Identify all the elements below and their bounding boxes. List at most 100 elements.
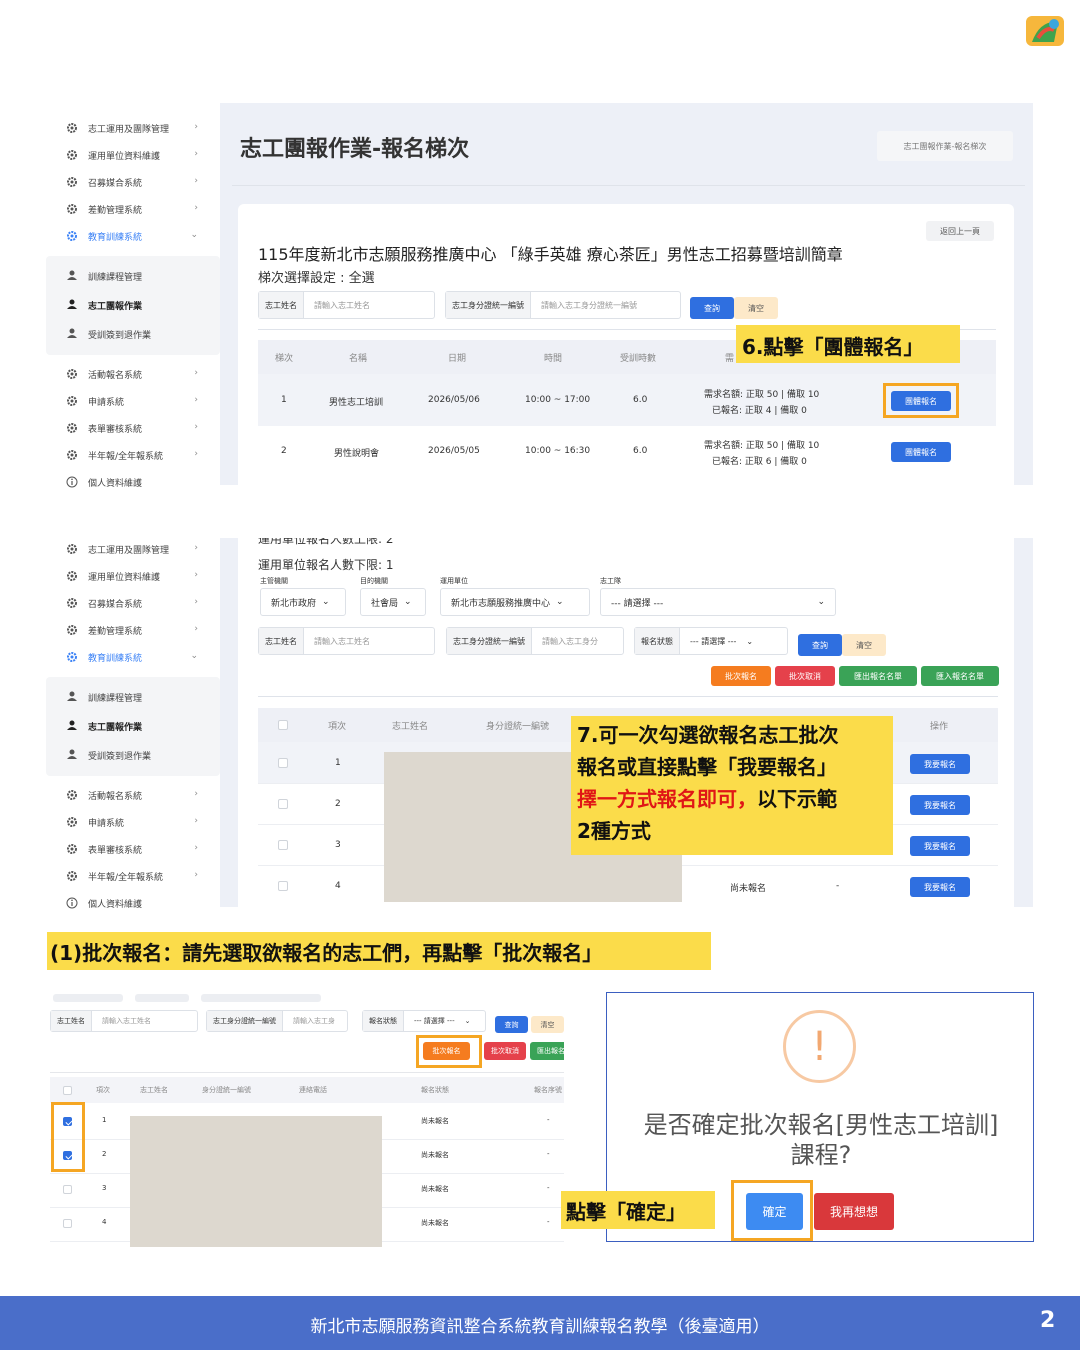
col-header: 報名序號 [534,1086,562,1094]
sidebar-subitem[interactable]: 受訓簽到退作業 [46,320,220,349]
status-field[interactable]: 報名狀態 --- 請選擇 --- ⌄ [634,627,788,655]
sidebar-subitem[interactable]: 受訓簽到退作業 [46,741,220,770]
batch-cancel-button[interactable]: 批次取消 [484,1042,526,1060]
sidebar-item[interactable]: 半年報/全年報系統 › [46,442,220,469]
row-checkbox[interactable] [278,758,288,768]
chevron-down-icon: ⌄ [817,597,825,607]
chevron-right-icon: › [194,203,198,213]
gear-icon [67,396,77,406]
cell: 10:00 ~ 17:00 [525,395,591,405]
batch-setting: 梯次選擇設定 : 全選 [258,271,375,286]
name-field[interactable]: 志工姓名 請輸入志工姓名 [50,1010,198,1032]
dialog-message: 是否確定批次報名[男性志工培訓] 課程? [643,1111,999,1169]
row-checkbox[interactable] [278,840,288,850]
col-header: 連絡電話 [299,1086,327,1094]
id-field[interactable]: 志工身分證統一編號 請輸入志工身分證統一編號 [445,291,681,319]
field-label: 運用單位 [440,577,468,585]
user-icon [67,749,77,759]
unit-select[interactable]: 新北市志願服務推廣中心 ⌄ [440,588,590,616]
search-button[interactable]: 查詢 [495,1016,528,1033]
select-all-checkbox[interactable] [63,1086,72,1095]
sidebar-item[interactable]: 表單審核系統 › [46,415,220,442]
row-checkbox[interactable] [63,1185,72,1194]
clear-button[interactable]: 清空 [842,634,886,656]
agency-select[interactable]: 社會局 ⌄ [360,588,426,616]
sidebar-item[interactable]: 運用單位資料維護 › [46,142,220,169]
sidebar-item[interactable]: 活動報名系統 › [46,782,220,809]
group-signup-button[interactable]: 團體報名 [891,442,951,462]
col-header: 操作 [930,722,949,732]
row-checkbox[interactable] [278,799,288,809]
batch-signup-button[interactable]: 批次報名 [711,666,771,686]
highlight-box [731,1180,813,1241]
user-icon [67,270,77,280]
col-header: 志工姓名 [140,1086,168,1094]
cell: 3 [102,1184,107,1192]
gear-icon [67,544,77,554]
sidebar-item[interactable]: 個人資料維護 [46,890,220,917]
id-field[interactable]: 志工身分證統一編號 請輸入志工身分 [446,627,624,655]
sidebar-submenu: 訓練課程管理 志工團報作業 受訓簽到退作業 [46,256,220,355]
sidebar-item[interactable]: 召募媒合系統 › [46,169,220,196]
sidebar-subitem[interactable]: 訓練課程管理 [46,262,220,291]
sidebar-subitem-active[interactable]: 志工團報作業 [46,712,220,741]
back-button[interactable]: 返回上一頁 [926,221,994,241]
sidebar-item[interactable]: 半年報/全年報系統 › [46,863,220,890]
clear-button[interactable]: 清空 [531,1016,564,1033]
sidebar-item[interactable]: 申請系統 › [46,388,220,415]
cancel-button[interactable]: 我再想想 [814,1193,894,1230]
status-cell: 尚未報名 [730,884,767,894]
signup-button[interactable]: 我要報名 [910,795,970,815]
col-header: 志工姓名 [392,722,429,732]
sidebar-item[interactable]: 個人資料維護 [46,469,220,496]
cut-line: 運用單位報名人數上限: 2 [258,538,394,546]
sidebar-subitem[interactable]: 訓練課程管理 [46,683,220,712]
export-list-button[interactable]: 匯出報名名單 [839,666,917,686]
import-list-button[interactable]: 匯入報名名單 [921,666,999,686]
sidebar-item[interactable]: 活動報名系統 › [46,361,220,388]
signup-button[interactable]: 我要報名 [910,836,970,856]
sidebar-item[interactable]: 申請系統 › [46,809,220,836]
search-button[interactable]: 查詢 [690,297,734,319]
sidebar-item-training[interactable]: 教育訓練系統 ⌄ [46,223,220,250]
team-select[interactable]: --- 請選擇 --- ⌄ [600,588,836,616]
row-checkbox[interactable] [63,1219,72,1228]
user-icon [67,299,77,309]
id-field[interactable]: 志工身分證統一編號 請輸入志工身 [206,1010,348,1032]
select-all-checkbox[interactable] [278,720,288,730]
cell: 2 [335,799,341,809]
sidebar-item[interactable]: 表單審核系統 › [46,836,220,863]
signup-button[interactable]: 我要報名 [910,877,970,897]
batch-cancel-button[interactable]: 批次取消 [775,666,835,686]
field-label: 主管機關 [260,577,288,585]
sidebar-subitem-active[interactable]: 志工團報作業 [46,291,220,320]
clear-button[interactable]: 清空 [734,297,778,319]
status-field[interactable]: 報名狀態 --- 請選擇 --- ⌄ [362,1010,486,1032]
sidebar-item[interactable]: 差勤管理系統 › [46,617,220,644]
col-header: 名稱 [349,354,368,364]
gear-icon [67,571,77,581]
sidebar-item[interactable]: 召募媒合系統 › [46,590,220,617]
row-checkbox[interactable] [278,881,288,891]
highlight-box [51,1102,85,1172]
cell: 需求名額: 正取 50 | 備取 10 [704,441,820,451]
divider [258,696,998,697]
export-list-button[interactable]: 匯出報名 [530,1042,564,1060]
signup-button[interactable]: 我要報名 [910,754,970,774]
sidebar-item[interactable]: 差勤管理系統 › [46,196,220,223]
sidebar-item-training[interactable]: 教育訓練系統 ⌄ [46,644,220,671]
sidebar-item[interactable]: 運用單位資料維護 › [46,563,220,590]
sidebar-item[interactable]: 志工運用及團隊管理 › [46,536,220,563]
sidebar-item[interactable]: 志工運用及團隊管理 › [46,115,220,142]
chevron-down-icon: ⌄ [464,1017,471,1025]
user-icon [67,720,77,730]
name-field[interactable]: 志工姓名 請輸入志工姓名 [258,627,435,655]
search-button[interactable]: 查詢 [798,634,842,656]
name-field[interactable]: 志工姓名 請輸入志工姓名 [258,291,435,319]
chevron-right-icon: › [194,816,198,826]
authority-select[interactable]: 新北市政府 ⌄ [260,588,346,616]
chevron-down-icon: ⌄ [746,636,754,646]
chevron-right-icon: › [194,624,198,634]
gear-icon [67,423,77,433]
cell: - [836,881,840,891]
